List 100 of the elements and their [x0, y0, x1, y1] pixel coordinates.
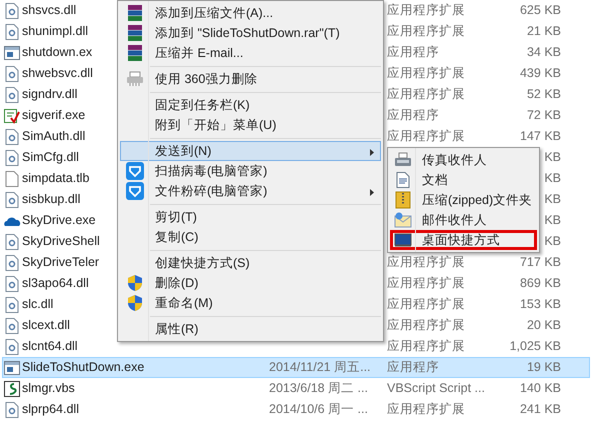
file-size: 717 KB	[520, 255, 561, 270]
file-name: SimCfg.dll	[22, 150, 79, 164]
books-icon	[126, 4, 144, 22]
menu-item[interactable]: 删除(D)	[120, 273, 381, 293]
file-size: 439 KB	[520, 66, 561, 80]
books-icon	[126, 44, 144, 62]
menu-item[interactable]: 复制(C)	[120, 227, 381, 247]
file-name: shwebsvc.dll	[22, 66, 93, 80]
file-type: 应用程序扩展	[387, 297, 465, 312]
file-name: slprp64.dll	[22, 402, 79, 416]
selected-file-row[interactable]: SlideToShutDown.exe 2014/11/21 周五... 应用程序 19 KB	[2, 357, 590, 378]
file-gear-icon	[3, 400, 21, 418]
menu-item[interactable]: 文档	[390, 170, 537, 190]
file-type: 应用程序扩展	[387, 255, 465, 270]
file-name: slcnt64.dll	[22, 339, 78, 354]
file-gear-icon	[3, 232, 21, 250]
document-icon	[396, 172, 410, 188]
fax-icon	[394, 152, 412, 168]
file-name: simpdata.tlb	[22, 171, 90, 186]
file-type: 应用程序扩展	[387, 129, 465, 144]
file-type: 应用程序	[387, 45, 439, 60]
blank-file-icon	[3, 170, 21, 188]
file-gear-icon	[3, 274, 21, 292]
file-size: 19 KB	[526, 360, 561, 374]
menu-item[interactable]: 邮件收件人	[390, 210, 537, 230]
file-gear-icon	[3, 296, 21, 314]
file-name: slc.dll	[22, 297, 54, 312]
file-size: 153 KB	[520, 297, 561, 312]
menu-item[interactable]: 创建快捷方式(S)	[120, 253, 381, 273]
menu-item[interactable]: 发送到(N)	[120, 141, 381, 161]
file-type: 应用程序扩展	[387, 87, 465, 102]
menu-item[interactable]: 固定到任务栏(K)	[120, 95, 381, 115]
menu-item[interactable]: 压缩(zipped)文件夹	[390, 190, 537, 210]
menu-item[interactable]: 添加到 "SlideToShutDown.rar"(T)	[120, 23, 381, 43]
menu-item[interactable]: 属性(R)	[120, 319, 381, 339]
checklist-icon	[3, 106, 21, 124]
security-shield-icon	[127, 274, 143, 292]
file-type: 应用程序扩展	[387, 276, 465, 290]
file-size: 21 KB	[526, 24, 561, 38]
file-gear-icon	[3, 338, 21, 356]
file-size: 72 KB	[526, 108, 561, 122]
security-shield-icon	[127, 294, 143, 312]
menu-item[interactable]: 文件粉碎(电脑管家)	[120, 181, 381, 201]
file-name: shutdown.ex	[22, 45, 92, 60]
file-size: KB	[544, 234, 561, 248]
file-type: 应用程序扩展	[387, 339, 465, 354]
file-gear-icon	[3, 128, 21, 146]
menu-item[interactable]: 扫描病毒(电脑管家)	[120, 161, 381, 181]
menu-item[interactable]: 添加到压缩文件(A)...	[120, 3, 381, 23]
menu-item[interactable]: 剪切(T)	[120, 207, 381, 227]
envelope-icon	[394, 212, 412, 228]
file-size: KB	[544, 192, 561, 206]
menu-item[interactable]: 桌面快捷方式	[390, 230, 537, 250]
menu-item[interactable]: 传真收件人	[390, 150, 537, 170]
file-name: sl3apo64.dll	[22, 276, 89, 290]
window-icon	[3, 358, 21, 376]
file-type: 应用程序扩展	[387, 24, 465, 38]
file-name: SkyDriveTeler	[22, 255, 100, 270]
file-size: 869 KB	[520, 276, 561, 290]
menu-item[interactable]: 附到「开始」菜单(U)	[120, 115, 381, 135]
file-name: slmgr.vbs	[22, 381, 75, 396]
file-size: 140 KB	[520, 381, 561, 396]
file-gear-icon	[3, 2, 21, 20]
submenu-arrow-icon	[370, 189, 374, 196]
file-size: KB	[544, 213, 561, 228]
file-gear-icon	[3, 190, 21, 208]
submenu-arrow-icon	[370, 149, 374, 156]
window-icon	[3, 44, 21, 62]
menu-item[interactable]: 重命名(M)	[120, 293, 381, 313]
zipped-folder-icon	[395, 191, 411, 209]
file-name: sisbkup.dll	[22, 192, 80, 206]
file-type: 应用程序扩展	[387, 3, 465, 18]
file-type: 应用程序	[387, 360, 439, 374]
file-gear-icon	[3, 316, 21, 334]
file-type: 应用程序	[387, 108, 439, 122]
file-gear-icon	[3, 254, 21, 272]
file-name: shsvcs.dll	[22, 3, 76, 18]
file-size: 1,025 KB	[510, 339, 561, 354]
file-size: 625 KB	[520, 3, 561, 18]
shredder-icon	[126, 71, 144, 87]
file-name: slcext.dll	[22, 318, 70, 332]
file-type: 应用程序扩展	[387, 402, 465, 416]
file-name: SlideToShutDown.exe	[22, 360, 144, 374]
file-type: 应用程序扩展	[387, 318, 465, 332]
file-size: KB	[544, 150, 561, 164]
file-name: sigverif.exe	[22, 108, 86, 122]
file-size: 34 KB	[526, 45, 561, 60]
script-file-icon	[3, 380, 21, 398]
file-name: SkyDriveShell	[22, 234, 100, 248]
menu-item[interactable]: 使用 360强力删除	[120, 69, 381, 89]
file-date: 2013/6/18 周二 ...	[269, 381, 368, 396]
file-name: SkyDrive.exe	[22, 213, 96, 228]
file-gear-icon	[3, 64, 21, 82]
monitor-icon	[394, 233, 412, 247]
file-size: 20 KB	[526, 318, 561, 332]
shield-check-icon	[126, 182, 144, 200]
file-gear-icon	[3, 148, 21, 166]
file-name: signdrv.dll	[22, 87, 78, 102]
books-icon	[126, 24, 144, 42]
menu-item[interactable]: 压缩并 E-mail...	[120, 43, 381, 63]
